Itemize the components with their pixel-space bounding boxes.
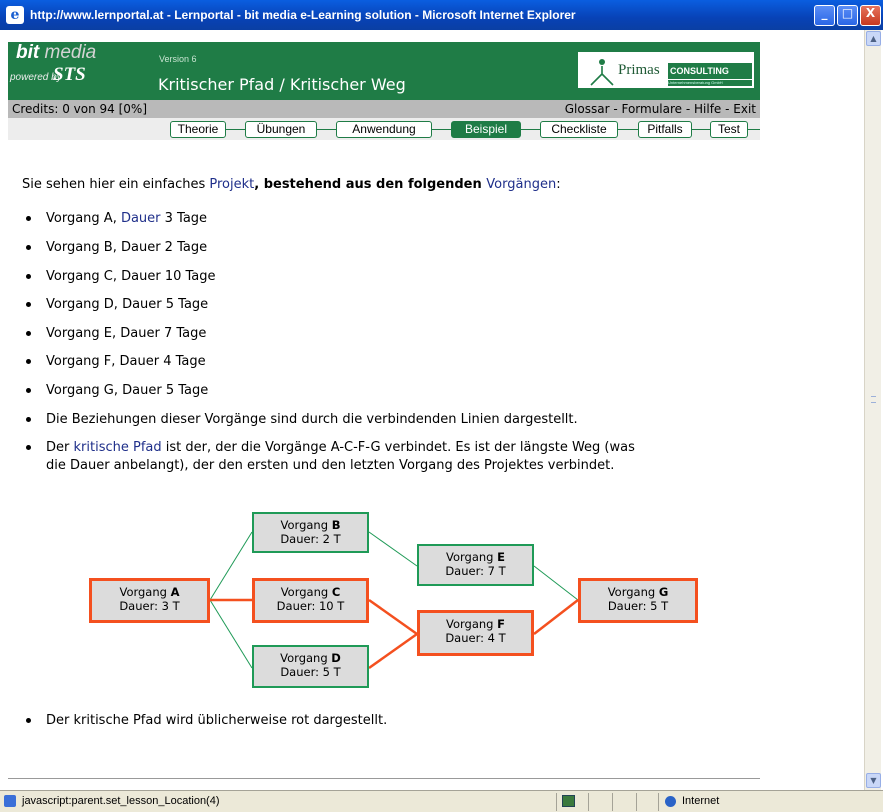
- internet-globe-icon: [665, 796, 676, 807]
- status-separator: [612, 793, 613, 811]
- node-b: Vorgang B Dauer: 2 T: [252, 512, 369, 553]
- status-separator: [636, 793, 637, 811]
- scroll-grip[interactable]: [871, 396, 876, 403]
- vertical-scrollbar[interactable]: ▲ ▼: [864, 30, 881, 790]
- network-diagram-lines: [209, 531, 579, 670]
- list-item: Der kritische Pfad wird üblicherweise ro…: [46, 713, 388, 728]
- ie-icon: e: [6, 6, 24, 24]
- window-title-bar: e http://www.lernportal.at - Lernportal …: [0, 0, 883, 30]
- zone-label: Internet: [682, 795, 720, 807]
- node-f: Vorgang F Dauer: 4 T: [417, 610, 534, 656]
- status-bar: javascript:parent.set_lesson_Location(4)…: [0, 790, 883, 812]
- status-separator: [588, 793, 589, 811]
- node-e: Vorgang E Dauer: 7 T: [417, 544, 534, 586]
- bullet: [26, 718, 31, 723]
- security-icon: [562, 795, 575, 807]
- maximize-button[interactable]: □: [837, 4, 858, 26]
- status-separator: [556, 793, 557, 811]
- scroll-down-icon[interactable]: ▼: [866, 773, 881, 788]
- minimize-button[interactable]: _: [814, 4, 835, 26]
- page-content: bit media powered by STS Version 6 Kriti…: [2, 30, 862, 790]
- close-button[interactable]: X: [860, 4, 881, 26]
- scroll-up-icon[interactable]: ▲: [866, 31, 881, 46]
- footer-divider: [8, 778, 760, 779]
- page-icon: [4, 795, 16, 807]
- node-d: Vorgang D Dauer: 5 T: [252, 645, 369, 688]
- node-g: Vorgang G Dauer: 5 T: [578, 578, 698, 623]
- status-separator: [658, 793, 659, 811]
- node-a: Vorgang A Dauer: 3 T: [89, 578, 210, 623]
- window-title: http://www.lernportal.at - Lernportal - …: [30, 8, 576, 22]
- node-c: Vorgang C Dauer: 10 T: [252, 578, 369, 623]
- status-text: javascript:parent.set_lesson_Location(4): [22, 795, 220, 807]
